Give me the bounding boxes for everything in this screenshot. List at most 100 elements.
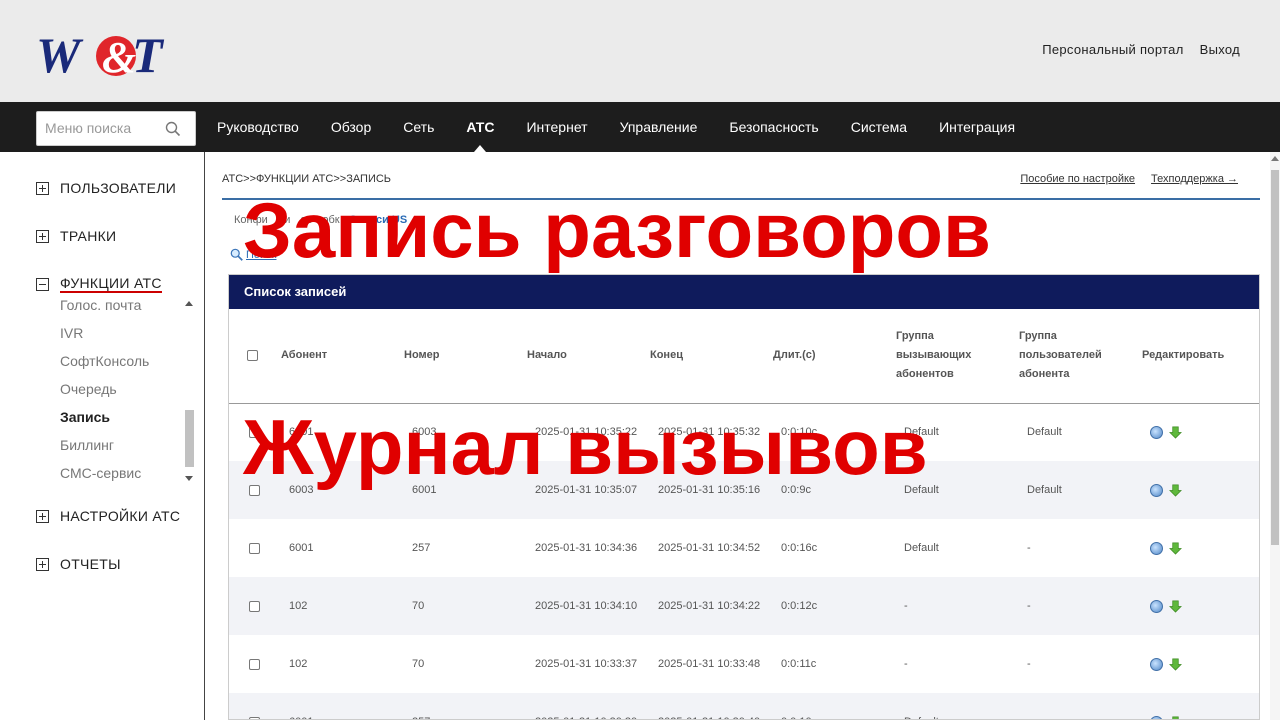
- nav-item-guide[interactable]: Руководство: [201, 102, 315, 152]
- nav-item-pbx[interactable]: АТС: [450, 102, 510, 152]
- select-all-checkbox[interactable]: [247, 349, 258, 361]
- sidebar-scrollbar[interactable]: [183, 295, 195, 485]
- help-links: Пособие по настройке Техподдержка →: [1020, 173, 1238, 185]
- nav-item-system[interactable]: Система: [835, 102, 923, 152]
- row-checkbox[interactable]: [249, 658, 260, 670]
- sidebar-item-recording[interactable]: Запись: [60, 407, 149, 435]
- sidebar-item-ivr[interactable]: IVR: [60, 323, 149, 351]
- download-icon[interactable]: [1169, 542, 1182, 555]
- row-actions: [1150, 599, 1259, 613]
- menu-search[interactable]: [36, 111, 196, 146]
- sidebar-group-label: ТРАНКИ: [60, 228, 117, 244]
- play-icon[interactable]: [1150, 715, 1163, 719]
- scrollbar-thumb[interactable]: [185, 410, 194, 467]
- table-cell: 0:0:10c: [773, 693, 896, 719]
- header: W & T Персональный портал Выход: [0, 0, 1280, 102]
- play-icon[interactable]: [1150, 541, 1163, 555]
- nav-item-network[interactable]: Сеть: [387, 102, 450, 152]
- download-icon[interactable]: [1169, 484, 1182, 497]
- scroll-up-icon[interactable]: [185, 301, 193, 306]
- collapse-icon[interactable]: [36, 277, 49, 291]
- sidebar-item-sms[interactable]: СМС-сервис: [60, 463, 149, 491]
- table-cell: Default: [1027, 426, 1062, 439]
- table-row[interactable]: 102 70 2025-01-31 10:33:37 2025-01-31 10:33…: [229, 635, 1259, 693]
- sidebar-group-label: ОТЧЕТЫ: [60, 556, 121, 572]
- header-links: Персональный портал Выход: [1042, 42, 1240, 57]
- nav-item-management[interactable]: Управление: [604, 102, 714, 152]
- expand-icon[interactable]: [36, 557, 49, 571]
- download-icon[interactable]: [1169, 658, 1182, 671]
- table-cell: -: [896, 577, 1019, 635]
- svg-text:W: W: [36, 27, 84, 82]
- sidebar-group-label: ПОЛЬЗОВАТЕЛИ: [60, 180, 177, 196]
- personal-portal-link[interactable]: Персональный портал: [1042, 42, 1183, 57]
- table-cell: 257: [404, 693, 527, 719]
- table-cell: 0:0:12c: [773, 577, 896, 635]
- nav-item-internet[interactable]: Интернет: [510, 102, 603, 152]
- play-icon[interactable]: [1150, 599, 1163, 613]
- nav-menu: Руководство Обзор Сеть АТС Интернет Упра…: [201, 102, 1031, 152]
- row-checkbox[interactable]: [249, 600, 260, 612]
- logout-link[interactable]: Выход: [1200, 42, 1240, 57]
- column-header[interactable]: Группа пользователей абонента: [1019, 309, 1142, 404]
- logo[interactable]: W & T: [36, 26, 166, 82]
- sidebar-sub-list: Голос. почта IVR СофтКонсоль Очередь Зап…: [60, 295, 149, 491]
- sidebar-item-billing[interactable]: Биллинг: [60, 435, 149, 463]
- sidebar-group-reports[interactable]: ОТЧЕТЫ: [36, 556, 121, 572]
- download-icon[interactable]: [1169, 426, 1182, 439]
- expand-icon[interactable]: [36, 509, 49, 523]
- main-nav: Руководство Обзор Сеть АТС Интернет Упра…: [0, 102, 1280, 152]
- play-icon[interactable]: [1150, 425, 1163, 439]
- sidebar-group-users[interactable]: ПОЛЬЗОВАТЕЛИ: [36, 180, 176, 196]
- row-actions: [1150, 425, 1259, 439]
- sidebar-item-queue[interactable]: Очередь: [60, 379, 149, 407]
- sidebar-group-trunks[interactable]: ТРАНКИ: [36, 228, 116, 244]
- page-scrollbar[interactable]: [1270, 152, 1280, 720]
- row-actions: [1150, 541, 1259, 555]
- table-row[interactable]: 60012572025-01-31 10:30:302025-01-31 10:…: [229, 693, 1259, 720]
- nav-item-overview[interactable]: Обзор: [315, 102, 387, 152]
- column-header[interactable]: Группа вызывающих абонентов: [896, 309, 1019, 404]
- table-row[interactable]: 102 70 2025-01-31 10:34:10 2025-01-31 10:34…: [229, 577, 1259, 635]
- play-icon[interactable]: [1150, 483, 1163, 497]
- nav-item-integration[interactable]: Интеграция: [923, 102, 1031, 152]
- expand-icon[interactable]: [36, 181, 49, 195]
- row-checkbox[interactable]: [249, 542, 260, 554]
- table-row[interactable]: 6001 257 2025-01-31 10:34:36 2025-01-31 10:…: [229, 519, 1259, 577]
- sidebar-item-voicemail[interactable]: Голос. почта: [60, 295, 149, 323]
- download-icon[interactable]: [1169, 600, 1182, 613]
- column-header[interactable]: Начало: [527, 309, 650, 404]
- column-header[interactable]: Номер: [404, 309, 527, 404]
- table-cell: 2025-01-31 10:30:40: [650, 693, 773, 719]
- menu-search-input[interactable]: [45, 120, 160, 136]
- row-actions: [1150, 657, 1259, 671]
- column-header[interactable]: Длит.(с): [773, 309, 896, 404]
- scroll-up-icon[interactable]: [1271, 156, 1279, 161]
- scroll-down-icon[interactable]: [185, 476, 193, 481]
- column-header[interactable]: Конец: [650, 309, 773, 404]
- overlay-caption-call-log: Журнал вызывов: [243, 403, 928, 491]
- table-cell: 2025-01-31 10:34:22: [650, 577, 773, 635]
- setup-guide-link[interactable]: Пособие по настройке: [1020, 173, 1135, 185]
- table-cell: 0:0:11c: [781, 658, 817, 670]
- table-cell: -: [1027, 542, 1031, 554]
- table-cell: 70: [412, 658, 425, 670]
- sidebar-group-pbx-functions[interactable]: ФУНКЦИИ АТС: [36, 275, 162, 293]
- table-cell: 2025-01-31 10:34:52: [658, 542, 761, 554]
- nav-item-security[interactable]: Безопасность: [713, 102, 834, 152]
- sidebar-group-pbx-settings[interactable]: НАСТРОЙКИ АТС: [36, 508, 180, 524]
- table-cell: 2025-01-31 10:34:10: [527, 577, 650, 635]
- row-checkbox[interactable]: [249, 716, 260, 719]
- expand-icon[interactable]: [36, 229, 49, 243]
- support-link[interactable]: Техподдержка →: [1151, 173, 1238, 185]
- scrollbar-thumb[interactable]: [1271, 170, 1279, 545]
- table-cell: 2025-01-31 10:34:36: [535, 542, 638, 554]
- play-icon[interactable]: [1150, 657, 1163, 671]
- sidebar-item-softconsole[interactable]: СофтКонсоль: [60, 351, 149, 379]
- table-cell: 0:0:16c: [781, 542, 818, 554]
- column-header[interactable]: Абонент: [281, 309, 404, 404]
- panel-title: Список записей: [229, 275, 1259, 309]
- records-panel: Список записей Абонент Номер Начало Коне…: [228, 274, 1260, 720]
- search-icon[interactable]: [165, 121, 181, 137]
- download-icon[interactable]: [1169, 716, 1182, 720]
